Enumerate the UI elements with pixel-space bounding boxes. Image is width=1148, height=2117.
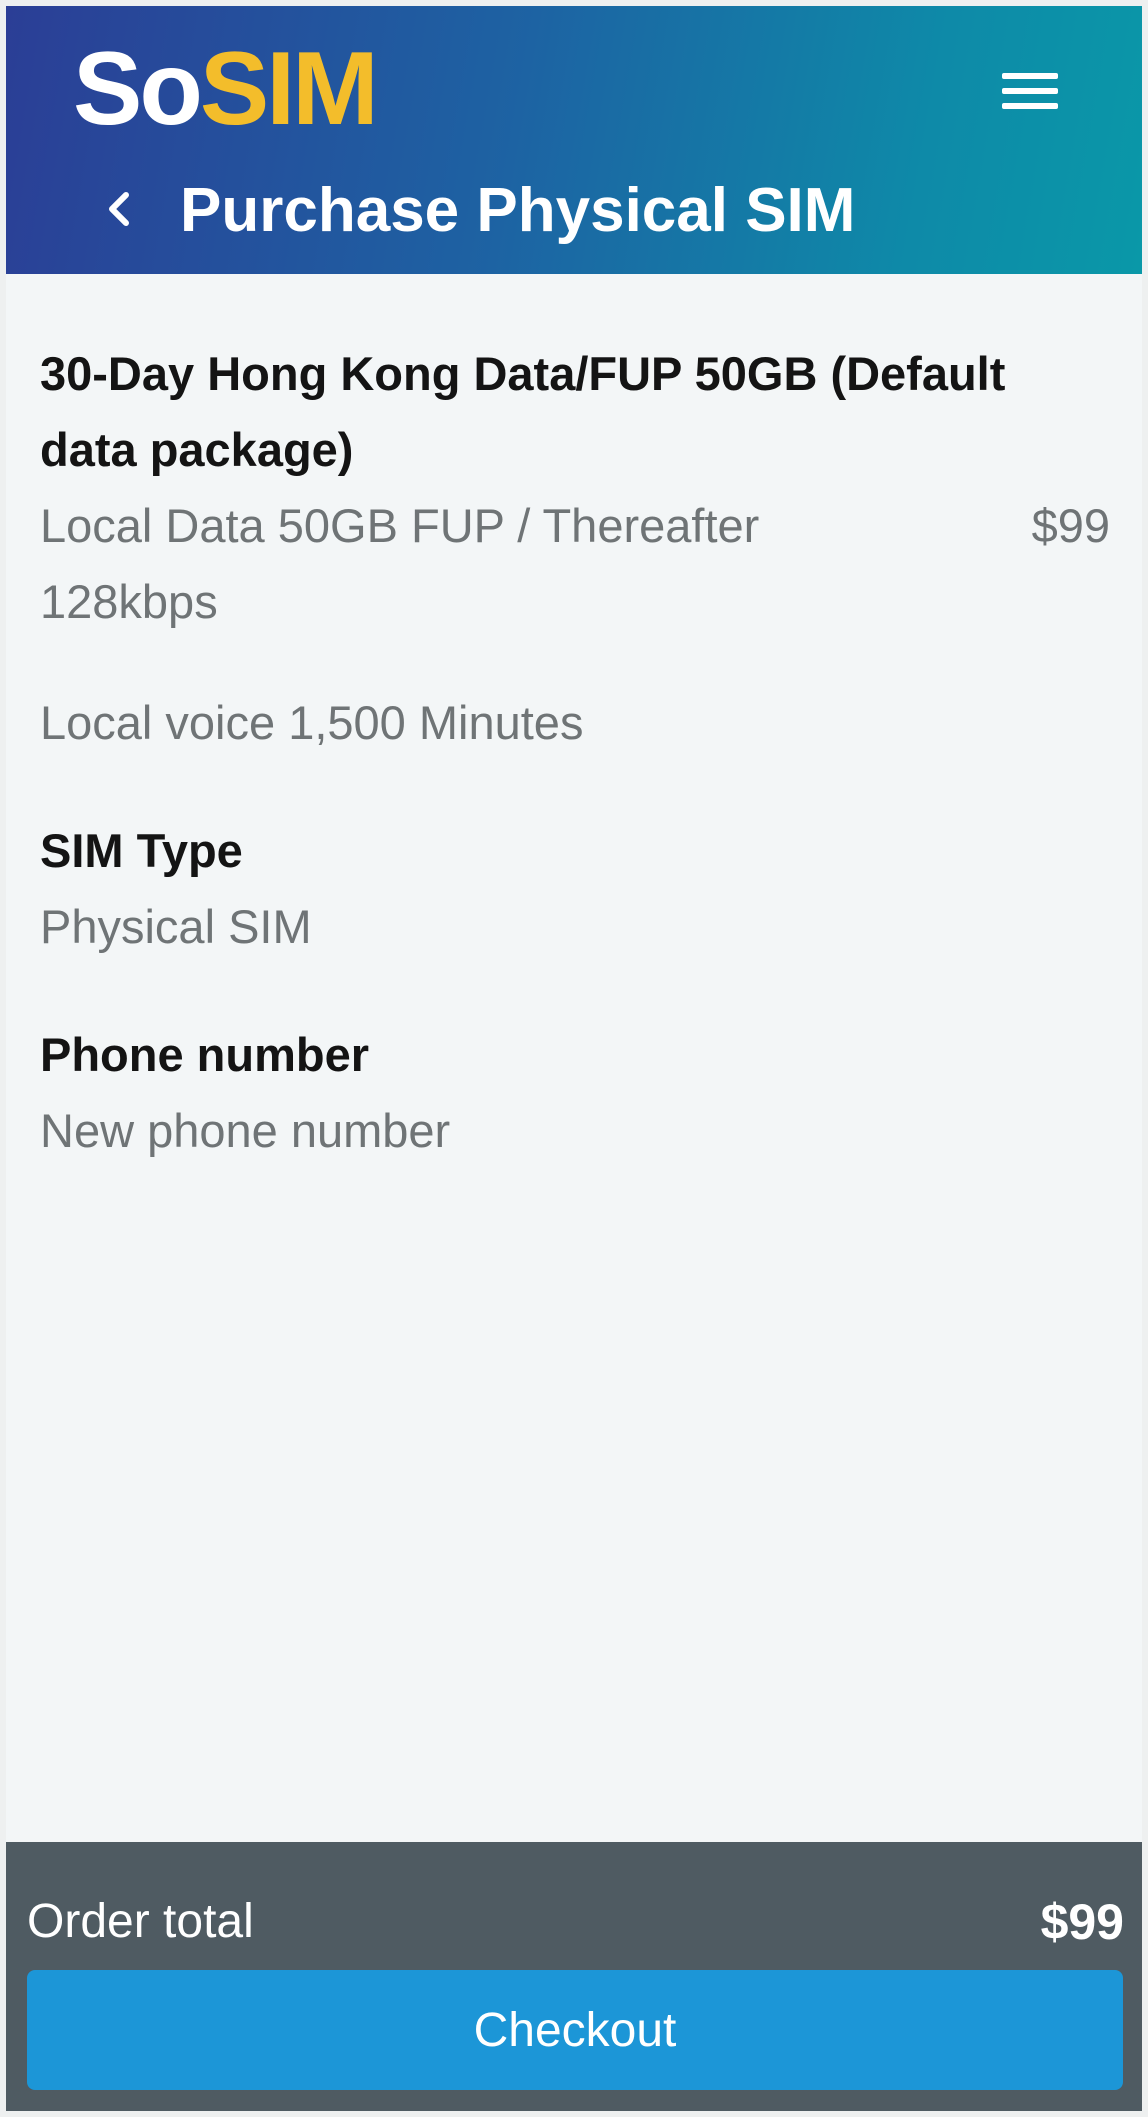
sim-type-value: Physical SIM <box>40 900 312 953</box>
hamburger-menu-icon <box>1002 73 1058 79</box>
menu-button[interactable] <box>990 56 1070 126</box>
plan-data-description: Local Data 50GB FUP / Thereafter 128kbps <box>40 499 760 628</box>
checkout-button[interactable]: Checkout <box>27 1970 1123 2090</box>
order-details: 30-Day Hong Kong Data/FUP 50GB (Default … <box>40 336 1110 1169</box>
phone-number-label: Phone number <box>40 1028 370 1081</box>
sosim-logo[interactable]: SoSIM <box>73 31 379 147</box>
back-button[interactable] <box>94 174 154 244</box>
app-frame: SoSIM Purchase Physical SIM 30-Day Hong … <box>6 6 1142 2111</box>
plan-data-row: Local Data 50GB FUP / Thereafter 128kbps… <box>40 488 1110 640</box>
logo-sim: SIM <box>199 31 379 147</box>
order-total-label: Order total <box>27 1895 254 1948</box>
plan-price: $99 <box>1031 499 1110 552</box>
page-title: Purchase Physical SIM <box>180 176 856 245</box>
hamburger-menu-icon-line <box>1002 103 1058 109</box>
order-total-value: $99 <box>1040 1894 1124 1950</box>
plan-voice-description: Local voice 1,500 Minutes <box>40 696 584 749</box>
plan-title: 30-Day Hong Kong Data/FUP 50GB (Default … <box>40 347 1006 476</box>
hamburger-menu-icon-line <box>1002 88 1058 94</box>
header: SoSIM Purchase Physical SIM <box>6 6 1142 274</box>
logo-so: So <box>73 31 203 147</box>
chevron-left-icon <box>109 192 129 226</box>
phone-number-value: New phone number <box>40 1104 451 1157</box>
order-footer: Order total $99 Checkout <box>6 1842 1142 2111</box>
sim-type-label: SIM Type <box>40 824 243 877</box>
